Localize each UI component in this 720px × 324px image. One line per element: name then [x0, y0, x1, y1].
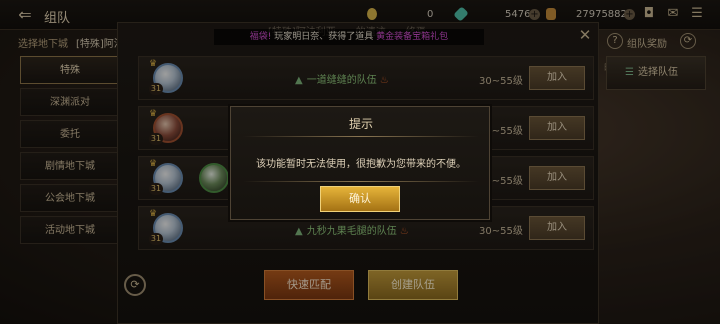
dialog-message: 该功能暂时无法使用，很抱歉为您带来的不便。	[256, 159, 466, 170]
dialog-divider	[243, 181, 479, 182]
dialog-title: 提示	[348, 117, 373, 131]
dialog-divider	[243, 136, 479, 137]
confirm-button[interactable]: 确认	[320, 186, 400, 212]
